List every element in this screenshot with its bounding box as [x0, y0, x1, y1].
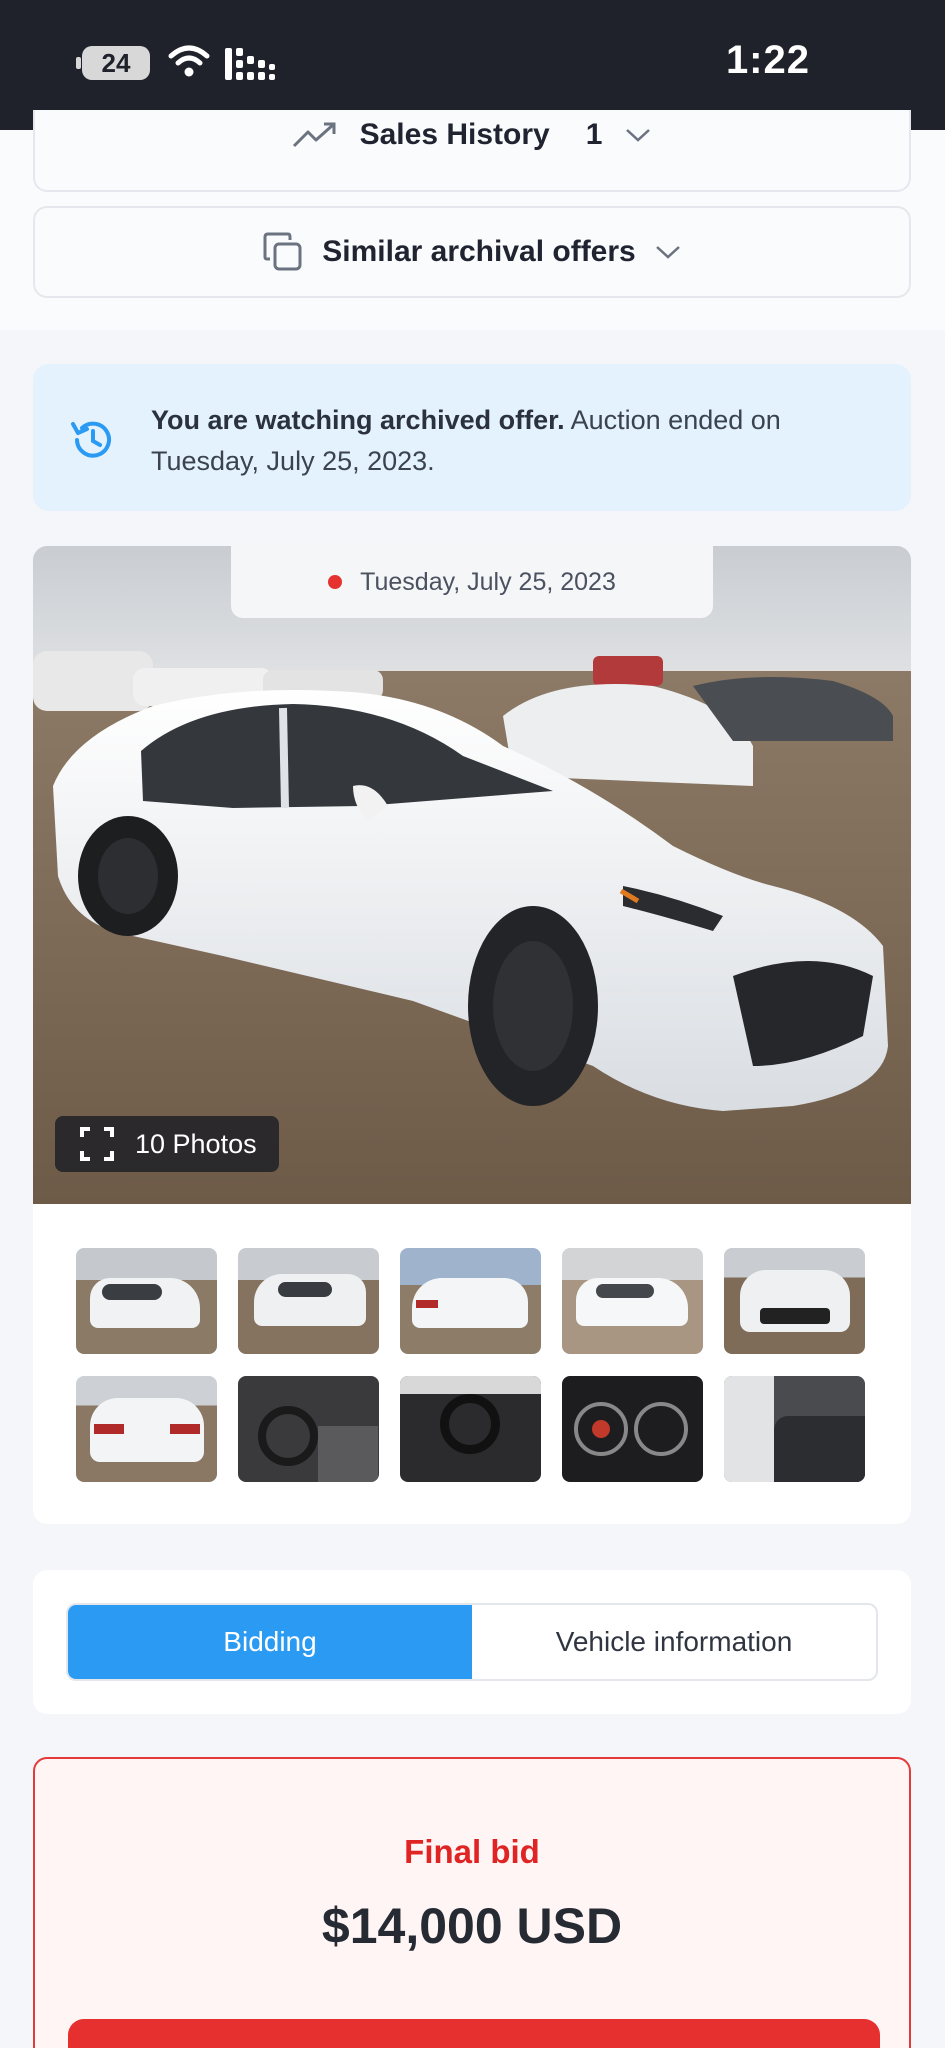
wifi-icon	[168, 45, 210, 77]
thumbnail-6[interactable]	[76, 1376, 217, 1482]
signal-icon	[225, 48, 275, 80]
sales-history-count: 1	[585, 118, 603, 151]
tab-vehicle-information[interactable]: Vehicle information	[472, 1605, 876, 1679]
photos-count-button[interactable]: 10 Photos	[55, 1116, 279, 1172]
final-bid-amount: $14,000 USD	[321, 1898, 623, 1954]
tab-bar: Bidding Vehicle information	[66, 1603, 878, 1681]
battery-indicator: 24	[76, 46, 150, 80]
final-bid-label: Final bid	[404, 1833, 540, 1870]
thumbnail-1[interactable]	[76, 1248, 217, 1354]
chevron-down-icon	[626, 129, 651, 142]
history-icon	[71, 421, 111, 458]
banner-text: You are watching archived offer. Auction…	[151, 400, 851, 482]
bid-action-button[interactable]	[68, 2019, 880, 2048]
thumbnail-8[interactable]	[400, 1376, 541, 1482]
main-vehicle-photo[interactable]: Tuesday, July 25, 2023 10 Photos	[33, 546, 911, 1204]
thumbnail-3[interactable]	[400, 1248, 541, 1354]
tab-bidding[interactable]: Bidding	[68, 1605, 472, 1679]
sales-history-label: Sales History	[359, 118, 550, 151]
copy-icon	[263, 232, 302, 271]
final-bid-card: Final bid $14,000 USD	[33, 1757, 911, 2048]
similar-offers-accordion[interactable]: Similar archival offers	[33, 206, 911, 298]
sales-history-accordion[interactable]: Sales History 1	[33, 110, 911, 192]
live-dot-icon	[328, 575, 343, 589]
thumbnail-2[interactable]	[238, 1248, 379, 1354]
archived-offer-banner: You are watching archived offer. Auction…	[33, 364, 911, 511]
fullscreen-icon	[80, 1127, 114, 1161]
auction-date: Tuesday, July 25, 2023	[360, 567, 616, 596]
thumbnail-grid	[76, 1248, 868, 1482]
thumbnail-5[interactable]	[724, 1248, 865, 1354]
similar-offers-label: Similar archival offers	[322, 235, 636, 268]
photo-gallery: Tuesday, July 25, 2023 10 Photos	[33, 546, 911, 1524]
chevron-down-icon	[655, 246, 680, 259]
details-section: Sales History 1 Similar archival offers	[0, 110, 945, 330]
auction-date-pill: Tuesday, July 25, 2023	[231, 546, 713, 618]
banner-bold-text: You are watching archived offer.	[151, 405, 565, 435]
clock: 1:22	[725, 38, 810, 82]
thumbnail-7[interactable]	[238, 1376, 379, 1482]
thumbnail-4[interactable]	[562, 1248, 703, 1354]
trending-up-icon	[292, 122, 336, 148]
thumbnail-9[interactable]	[562, 1376, 703, 1482]
photos-count-label: 10 Photos	[135, 1128, 257, 1159]
thumbnail-10[interactable]	[724, 1376, 865, 1482]
tabs-card: Bidding Vehicle information	[33, 1570, 911, 1714]
